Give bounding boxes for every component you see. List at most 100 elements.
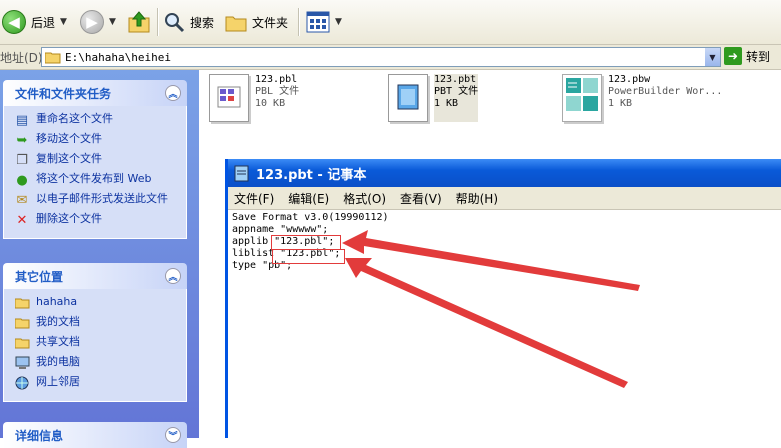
task-label: 将这个文件发布到 Web xyxy=(36,172,152,185)
views-icon xyxy=(306,11,330,33)
details-header[interactable]: 详细信息 ︾ xyxy=(3,422,187,448)
folders-icon xyxy=(225,16,247,32)
forward-button[interactable]: ▶ ▼ xyxy=(80,9,116,35)
pbt-file-icon xyxy=(388,74,428,122)
pbl-file-icon xyxy=(209,74,249,122)
other-places-panel: 其它位置 ︽ hahaha 我的文档 共享文档 我的电脑 网上邻居 xyxy=(3,263,187,402)
file-name: 123.pbt xyxy=(434,74,477,85)
file-tasks-header[interactable]: 文件和文件夹任务 ︽ xyxy=(3,80,187,106)
publish-web-icon: ● xyxy=(16,172,28,188)
chevron-down-icon[interactable]: ▼ xyxy=(60,17,67,27)
task-rename[interactable]: ▤ 重命名这个文件 xyxy=(14,112,186,132)
back-arrow-icon: ◀ xyxy=(2,10,26,34)
task-publish-web[interactable]: ● 将这个文件发布到 Web xyxy=(14,172,186,192)
task-pane: 文件和文件夹任务 ︽ ▤ 重命名这个文件 ➥ 移动这个文件 ❐ 复制这个文件 ●… xyxy=(0,70,199,448)
folder-icon xyxy=(14,295,30,311)
computer-icon xyxy=(14,355,30,371)
place-my-computer[interactable]: 我的电脑 xyxy=(14,355,186,375)
file-meta: 123.pbt PBT 文件 1 KB xyxy=(434,74,479,122)
other-places-title: 其它位置 xyxy=(15,269,64,284)
task-email[interactable]: ✉ 以电子邮件形式发送此文件 xyxy=(14,192,186,212)
other-places-header[interactable]: 其它位置 ︽ xyxy=(3,263,187,289)
go-arrow-icon: ➜ xyxy=(724,47,742,65)
file-meta: 123.pbw PowerBuilder Wor... 1 KB xyxy=(608,74,722,122)
collapse-icon[interactable]: ︽ xyxy=(165,268,181,284)
menu-edit[interactable]: 编辑(E) xyxy=(288,190,329,207)
file-size: 1 KB xyxy=(434,98,459,109)
back-label: 后退 xyxy=(31,15,56,30)
task-move[interactable]: ➥ 移动这个文件 xyxy=(14,132,186,152)
expand-icon[interactable]: ︾ xyxy=(165,427,181,443)
address-path: E:\hahaha\heihei xyxy=(65,50,171,64)
toolbar-separator xyxy=(157,8,159,36)
up-folder-button[interactable] xyxy=(127,9,151,35)
search-label: 搜索 xyxy=(190,15,215,30)
search-icon xyxy=(165,13,185,33)
go-button[interactable]: ➜ 转到 xyxy=(724,47,770,65)
chevron-down-icon[interactable]: ▼ xyxy=(109,17,116,27)
menu-view[interactable]: 查看(V) xyxy=(400,190,442,207)
file-size: 10 KB xyxy=(255,98,286,109)
details-panel: 详细信息 ︾ xyxy=(3,422,187,448)
details-title: 详细信息 xyxy=(15,428,64,443)
file-tasks-panel: 文件和文件夹任务 ︽ ▤ 重命名这个文件 ➥ 移动这个文件 ❐ 复制这个文件 ●… xyxy=(3,80,187,239)
place-network[interactable]: 网上邻居 xyxy=(14,375,186,395)
file-name: 123.pbl xyxy=(255,74,298,85)
place-label: 网上邻居 xyxy=(36,375,80,388)
file-size: 1 KB xyxy=(608,98,633,109)
address-dropdown-icon[interactable]: ▼ xyxy=(705,48,720,66)
search-button[interactable]: 搜索 xyxy=(163,9,214,35)
notepad-title-bar[interactable]: 123.pbt - 记事本 xyxy=(228,159,781,187)
network-icon xyxy=(14,375,30,391)
file-type: PowerBuilder Wor... xyxy=(608,86,723,97)
task-label: 移动这个文件 xyxy=(36,132,102,145)
file-tasks-list: ▤ 重命名这个文件 ➥ 移动这个文件 ❐ 复制这个文件 ● 将这个文件发布到 W… xyxy=(3,106,187,239)
notepad-title: 123.pbt - 记事本 xyxy=(256,167,367,183)
delete-icon: ✕ xyxy=(16,212,28,228)
up-folder-icon xyxy=(128,11,150,33)
notepad-window: 123.pbt - 记事本 文件(F) 编辑(E) 格式(O) 查看(V) 帮助… xyxy=(225,159,781,438)
folders-button[interactable]: 文件夹 xyxy=(225,9,288,35)
place-shared-documents[interactable]: 共享文档 xyxy=(14,335,186,355)
menu-help[interactable]: 帮助(H) xyxy=(456,190,498,207)
file-item-pbt[interactable]: 123.pbt PBT 文件 1 KB xyxy=(388,74,479,122)
collapse-icon[interactable]: ︽ xyxy=(165,85,181,101)
place-label: hahaha xyxy=(36,295,78,308)
address-label: 地址(D) xyxy=(0,51,43,65)
file-name: 123.pbw xyxy=(608,74,651,85)
file-item-pbw[interactable]: 123.pbw PowerBuilder Wor... 1 KB xyxy=(562,74,722,122)
chevron-down-icon[interactable]: ▼ xyxy=(335,17,342,27)
place-hahaha[interactable]: hahaha xyxy=(14,295,186,315)
toolbar: ◀ 后退 ▼ ▶ ▼ 搜索 文件夹 ▼ xyxy=(0,0,781,45)
task-label: 以电子邮件形式发送此文件 xyxy=(36,192,168,205)
file-type: PBT 文件 xyxy=(434,86,479,97)
place-label: 共享文档 xyxy=(36,335,80,348)
pbw-file-icon xyxy=(562,74,602,122)
move-icon: ➥ xyxy=(16,132,28,148)
highlight-box xyxy=(272,249,345,264)
folder-icon xyxy=(14,335,30,351)
task-label: 重命名这个文件 xyxy=(36,112,113,125)
address-bar: 地址(D) E:\hahaha\heihei ▼ ➜ 转到 xyxy=(0,45,781,70)
task-label: 复制这个文件 xyxy=(36,152,102,165)
file-item-pbl[interactable]: 123.pbl PBL 文件 10 KB xyxy=(209,74,299,122)
highlight-box xyxy=(271,235,341,250)
task-label: 删除这个文件 xyxy=(36,212,102,225)
notepad-icon xyxy=(234,165,249,182)
go-label: 转到 xyxy=(746,49,771,64)
file-meta: 123.pbl PBL 文件 10 KB xyxy=(255,74,299,122)
folder-icon xyxy=(14,315,30,331)
menu-format[interactable]: 格式(O) xyxy=(343,190,386,207)
other-places-list: hahaha 我的文档 共享文档 我的电脑 网上邻居 xyxy=(3,289,187,402)
views-button[interactable]: ▼ xyxy=(306,9,342,35)
folders-label: 文件夹 xyxy=(252,15,289,30)
place-my-documents[interactable]: 我的文档 xyxy=(14,315,186,335)
back-button[interactable]: ◀ 后退 ▼ xyxy=(2,9,67,35)
address-input[interactable]: E:\hahaha\heihei ▼ xyxy=(41,47,721,67)
copy-icon: ❐ xyxy=(16,152,28,168)
task-delete[interactable]: ✕ 删除这个文件 xyxy=(14,212,186,232)
text-line: Save Format v3.0(19990112) xyxy=(232,212,389,223)
task-copy[interactable]: ❐ 复制这个文件 xyxy=(14,152,186,172)
place-label: 我的文档 xyxy=(36,315,80,328)
menu-file[interactable]: 文件(F) xyxy=(234,190,274,207)
